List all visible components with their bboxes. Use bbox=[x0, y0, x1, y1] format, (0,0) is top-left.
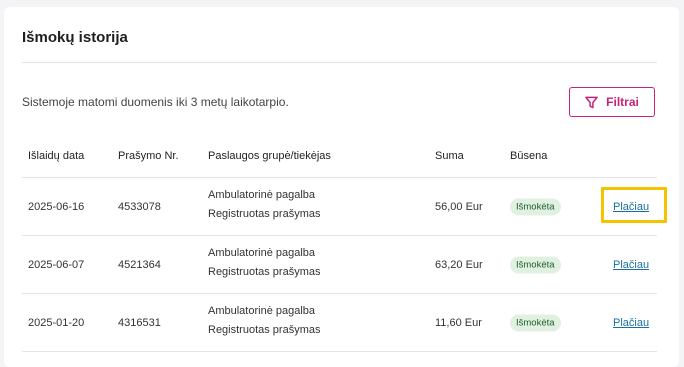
row-request-no: 4533078 bbox=[118, 201, 161, 213]
details-link[interactable]: Plačiau bbox=[613, 317, 649, 329]
title-divider bbox=[22, 62, 657, 63]
row-amount: 11,60 Eur bbox=[435, 317, 482, 329]
header-service: Paslaugos grupė/tiekėjas bbox=[208, 150, 331, 162]
row-date: 2025-01-20 bbox=[28, 317, 85, 329]
header-amount: Suma bbox=[435, 150, 464, 162]
filter-button-label: Filtrai bbox=[606, 95, 639, 109]
status-badge: Išmokėta bbox=[510, 198, 561, 216]
row-service-group: Ambulatorinė pagalba bbox=[208, 189, 316, 201]
row-service-group: Ambulatorinė pagalba bbox=[208, 305, 316, 317]
filter-icon bbox=[585, 96, 598, 109]
row-request-no: 4316531 bbox=[118, 317, 161, 329]
table-row: 2025-01-20 4316531 Ambulatorinė pagalba … bbox=[4, 294, 679, 352]
row-date: 2025-06-16 bbox=[28, 201, 85, 213]
row-service-group: Ambulatorinė pagalba bbox=[208, 247, 316, 259]
row-request-no: 4521364 bbox=[118, 259, 161, 271]
header-date: Išlaidų data bbox=[28, 150, 85, 162]
row-amount: 56,00 Eur bbox=[435, 201, 483, 213]
status-badge: Išmokėta bbox=[510, 314, 561, 332]
payment-history-card: Išmokų istorija Sistemoje matomi duomeni… bbox=[4, 7, 679, 367]
table-row: 2025-06-07 4521364 Ambulatorinė pagalba … bbox=[4, 236, 679, 294]
card-title: Išmokų istorija bbox=[22, 29, 128, 46]
row-date: 2025-06-07 bbox=[28, 259, 85, 271]
row-divider bbox=[22, 351, 657, 352]
row-provider: Registruotas prašymas bbox=[208, 324, 321, 336]
row-amount: 63,20 Eur bbox=[435, 259, 483, 271]
filter-button[interactable]: Filtrai bbox=[569, 87, 655, 117]
intro-text: Sistemoje matomi duomenis iki 3 metų lai… bbox=[22, 95, 289, 109]
details-link[interactable]: Plačiau bbox=[613, 201, 649, 213]
row-provider: Registruotas prašymas bbox=[208, 266, 321, 278]
status-badge: Išmokėta bbox=[510, 256, 561, 274]
header-status: Būsena bbox=[510, 150, 548, 162]
details-link[interactable]: Plačiau bbox=[613, 259, 649, 271]
table-row: 2025-06-16 4533078 Ambulatorinė pagalba … bbox=[4, 178, 679, 236]
header-request-no: Prašymo Nr. bbox=[118, 150, 179, 162]
row-provider: Registruotas prašymas bbox=[208, 208, 321, 220]
